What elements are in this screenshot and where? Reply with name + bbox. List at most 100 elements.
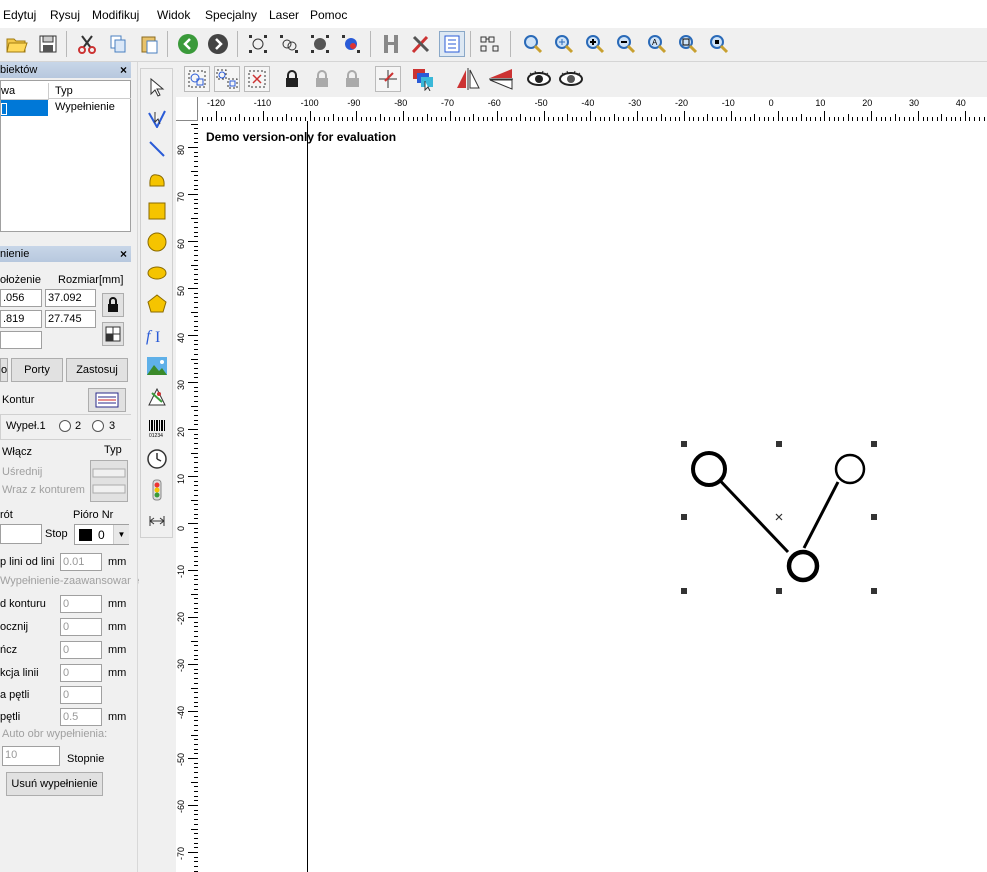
contour-distance-field[interactable]: 0 [60, 595, 102, 613]
group-icon[interactable] [184, 66, 210, 92]
node-fill-icon[interactable] [307, 31, 333, 57]
ellipse-tool-icon[interactable] [145, 261, 169, 285]
origin-icon[interactable] [375, 66, 401, 92]
y-position-field[interactable]: .819 [0, 310, 42, 328]
tools-icon[interactable] [408, 31, 434, 57]
hatch-icon[interactable] [378, 31, 404, 57]
node-color-icon[interactable] [338, 31, 364, 57]
show-icon[interactable] [526, 66, 552, 92]
unlock-object-icon[interactable] [309, 66, 335, 92]
enable-label[interactable]: Włącz [2, 446, 32, 458]
radio-2[interactable] [59, 420, 71, 432]
vector-import-icon[interactable] [145, 385, 169, 409]
chevron-down-icon[interactable]: ▼ [113, 525, 129, 544]
line-spacing-field[interactable]: 0.01 [60, 553, 102, 571]
degree-field[interactable]: 10 [2, 746, 60, 766]
image-tool-icon[interactable] [145, 354, 169, 378]
auto-rotation-label[interactable]: Auto obr wypełnienia: [2, 728, 107, 740]
start-field[interactable]: 0 [60, 618, 102, 636]
rectangle-tool-icon[interactable] [145, 199, 169, 223]
pen-select[interactable]: 0 ▼ [74, 524, 129, 545]
ruler-tick [239, 114, 241, 121]
barcode-tool-icon[interactable]: 01234 [145, 416, 169, 440]
lock-object-icon[interactable] [279, 66, 305, 92]
mirror-horizontal-icon[interactable] [455, 66, 481, 92]
menu-modify[interactable]: Modifikuj [92, 8, 139, 22]
col-header-name[interactable]: wa [1, 83, 49, 100]
menu-laser[interactable]: Laser [269, 8, 299, 22]
menu-draw[interactable]: Rysuj [50, 8, 80, 22]
select-area-icon[interactable] [244, 66, 270, 92]
with-contour-label[interactable]: Wraz z konturem [2, 484, 85, 496]
zoom-window-icon[interactable] [551, 31, 577, 57]
traffic-light-icon[interactable] [145, 478, 169, 502]
end-label: ńcz [0, 644, 18, 656]
menu-special[interactable]: Specjalny [205, 8, 257, 22]
close-icon[interactable]: × [120, 63, 127, 77]
ungroup-icon[interactable] [214, 66, 240, 92]
node-group-icon[interactable] [276, 31, 302, 57]
width-field[interactable]: 37.092 [45, 289, 96, 307]
menu-view[interactable]: Widok [157, 8, 190, 22]
copy-icon[interactable] [105, 31, 131, 57]
mirror-vertical-icon[interactable] [488, 66, 514, 92]
lock-icon[interactable] [102, 293, 124, 317]
zoom-page-icon[interactable] [675, 31, 701, 57]
clock-tool-icon[interactable] [145, 447, 169, 471]
back-icon[interactable] [175, 31, 201, 57]
ports-button[interactable]: Porty [11, 358, 63, 382]
table-row-type[interactable]: Wypełnienie [55, 101, 115, 113]
cut-icon[interactable] [74, 31, 100, 57]
panel-splitter[interactable] [131, 62, 138, 872]
left-button[interactable]: o [0, 358, 8, 382]
average-label[interactable]: Uśrednij [2, 466, 42, 478]
hide-icon[interactable] [558, 66, 584, 92]
drawing-canvas[interactable]: Demo version-only for evaluation [198, 121, 987, 872]
contour-style-icon[interactable] [88, 388, 126, 412]
text-tool-icon[interactable]: fI [145, 323, 169, 347]
remove-fill-button[interactable]: Usuń wypełnienie [6, 772, 103, 796]
advanced-fill-label[interactable]: Wypełnienie-zaawansowane [0, 575, 139, 587]
table-row-selected-cell[interactable] [1, 100, 48, 116]
forward-icon[interactable] [205, 31, 231, 57]
curve-tool-icon[interactable] [145, 168, 169, 192]
circle-tool-icon[interactable] [145, 230, 169, 254]
unlock-all-icon[interactable] [340, 66, 366, 92]
col-header-type[interactable]: Typ [49, 83, 131, 99]
checkbox[interactable] [1, 103, 7, 115]
zoom-all-icon[interactable]: A [644, 31, 670, 57]
height-field[interactable]: 27.745 [45, 310, 96, 328]
extra-field[interactable] [0, 331, 42, 349]
zoom-icon[interactable] [520, 31, 546, 57]
open-folder-icon[interactable] [4, 31, 30, 57]
close-icon[interactable]: × [120, 247, 127, 261]
menu-edit[interactable]: Edytuj [3, 8, 36, 22]
radio-3[interactable] [92, 420, 104, 432]
zoom-out-icon[interactable] [613, 31, 639, 57]
line-reduction-field[interactable]: 0 [60, 664, 102, 682]
paste-icon[interactable] [136, 31, 162, 57]
ruler-label: -60 [487, 98, 501, 108]
line-tool-icon[interactable] [145, 137, 169, 161]
fill-type-icon[interactable] [90, 460, 128, 502]
node-edit-icon[interactable] [145, 106, 169, 130]
loop-field[interactable]: 0 [60, 686, 102, 704]
node-select-icon[interactable] [245, 31, 271, 57]
dimension-tool-icon[interactable] [145, 509, 169, 533]
save-icon[interactable] [35, 31, 61, 57]
zoom-selection-icon[interactable] [706, 31, 732, 57]
rotation-field[interactable] [0, 524, 42, 544]
polygon-tool-icon[interactable] [145, 292, 169, 316]
properties-icon[interactable] [439, 31, 465, 57]
layers-color-icon[interactable] [410, 66, 436, 92]
arrow-select-icon[interactable] [145, 75, 169, 99]
grid-anchor-icon[interactable] [102, 322, 124, 346]
x-position-field[interactable]: .056 [0, 289, 42, 307]
ruler-label: 20 [862, 98, 873, 108]
tree-icon[interactable] [477, 31, 503, 57]
apply-button[interactable]: Zastosuj [66, 358, 128, 382]
loop-size-field[interactable]: 0.5 [60, 708, 102, 726]
end-field[interactable]: 0 [60, 641, 102, 659]
menu-help[interactable]: Pomoc [310, 8, 347, 22]
zoom-in-icon[interactable] [582, 31, 608, 57]
